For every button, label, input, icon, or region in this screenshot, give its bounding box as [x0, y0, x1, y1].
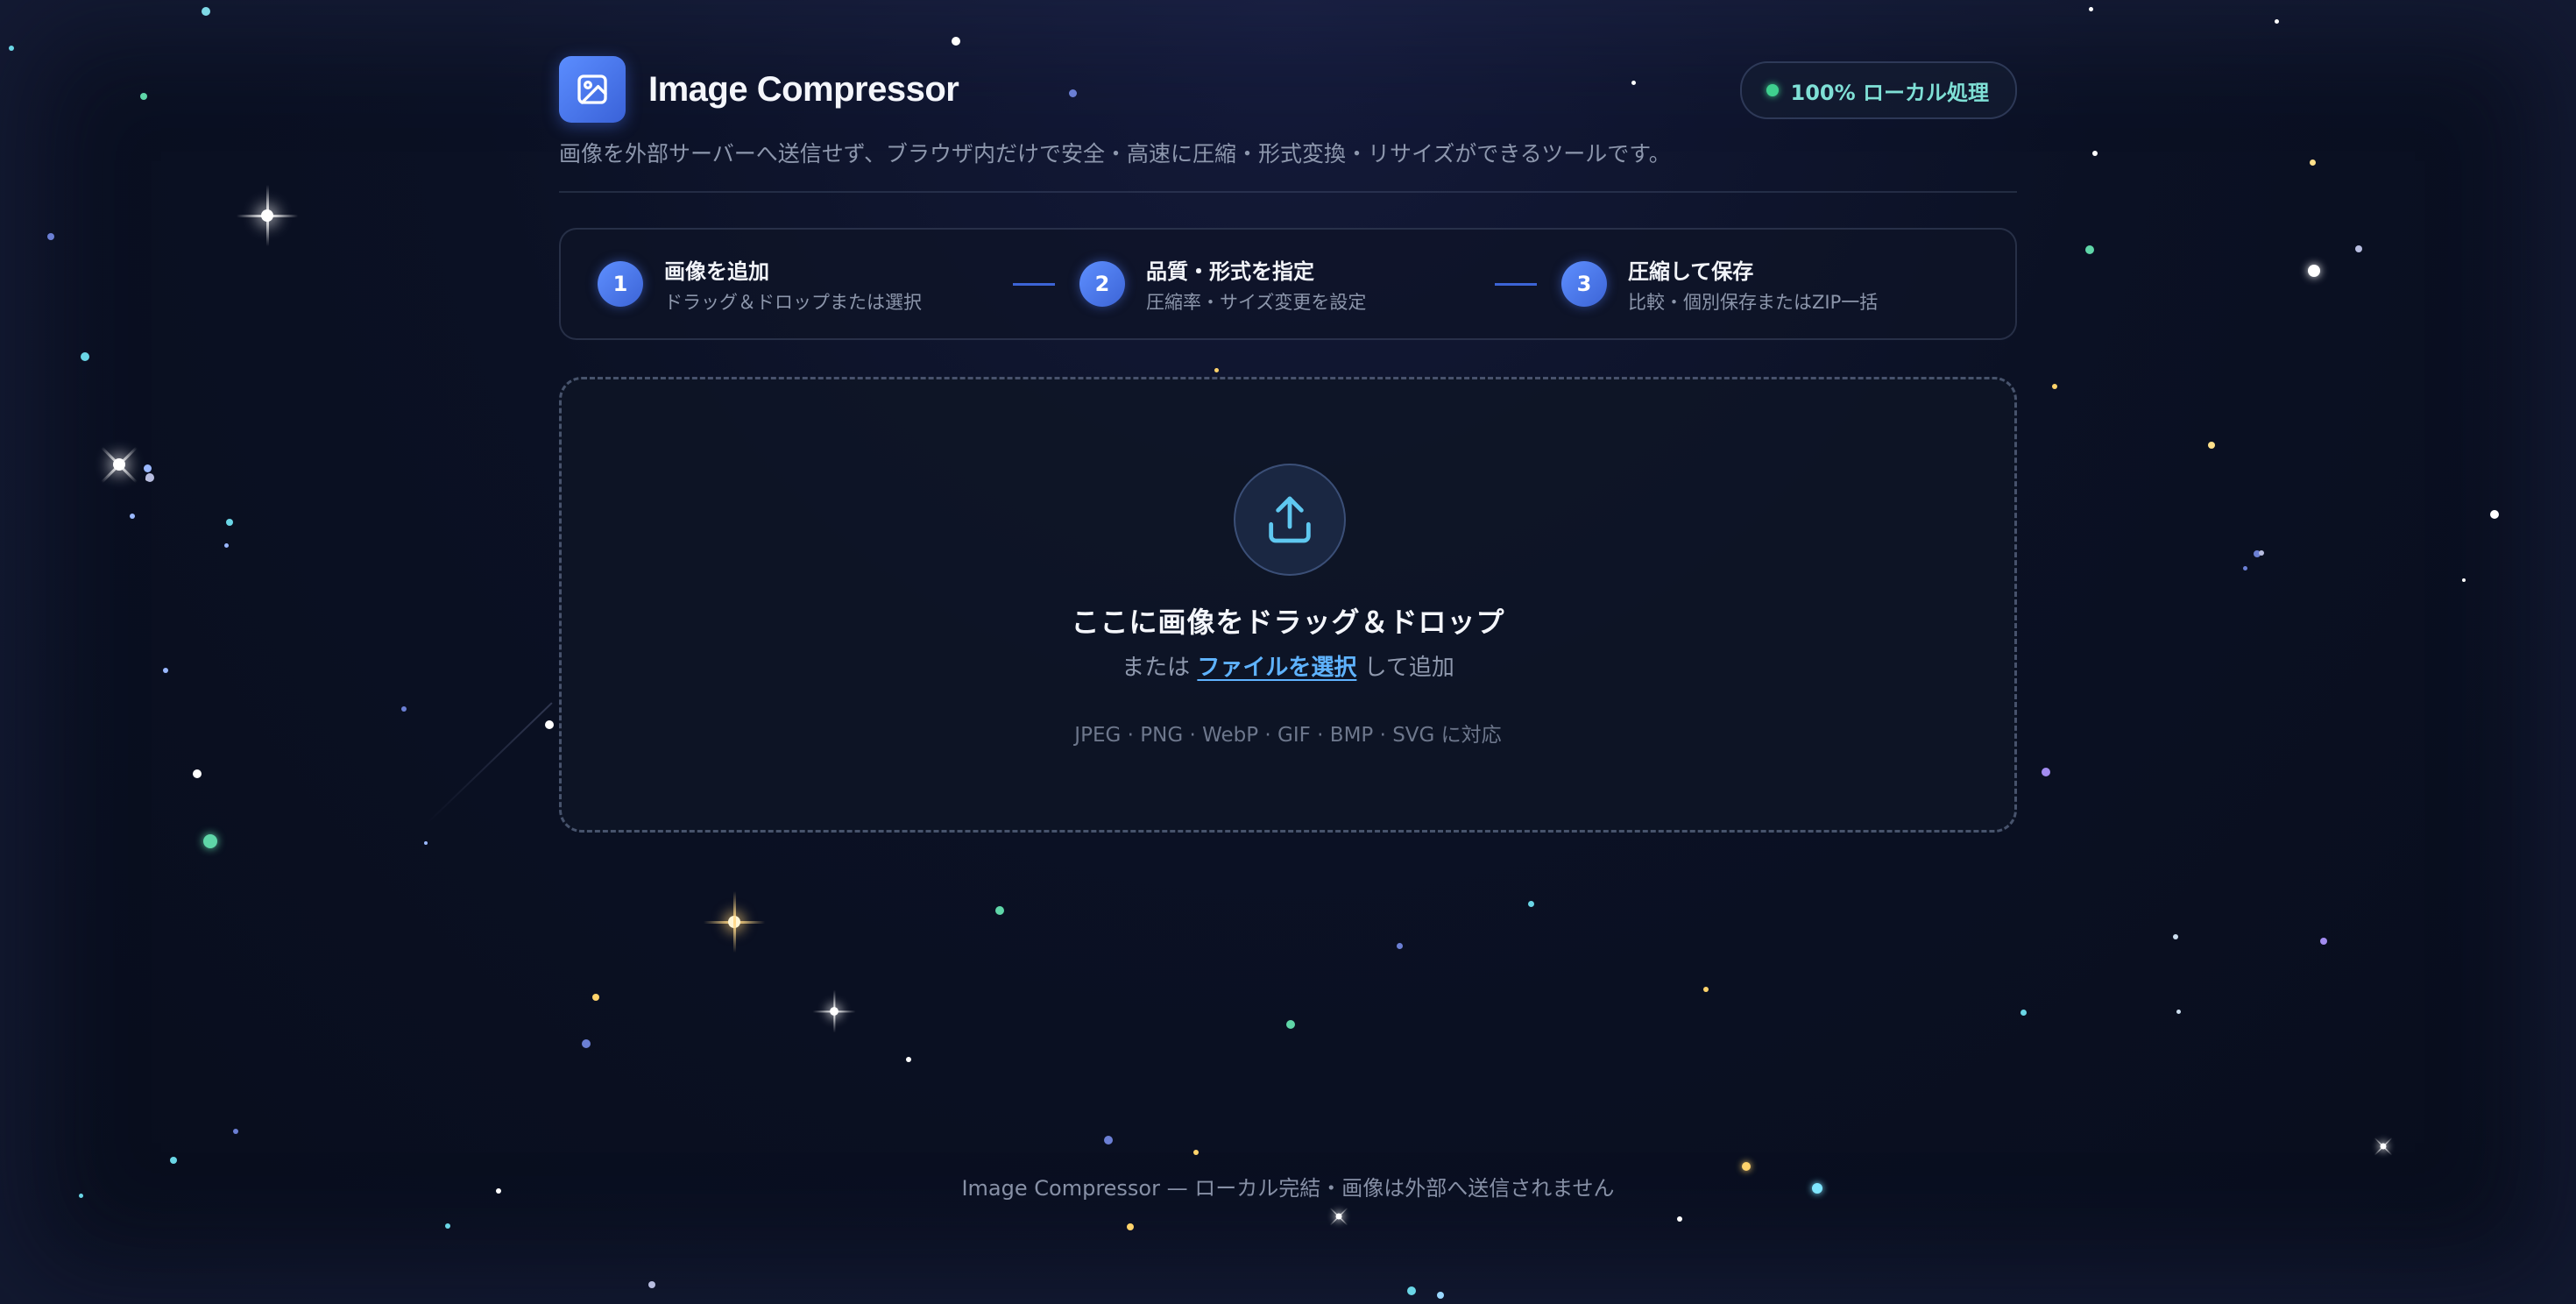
main-container: Image Compressor 100% ローカル処理 画像を外部サーバーへ送… — [559, 56, 2017, 833]
dropzone-prefix: または — [1122, 655, 1191, 681]
step-number: 2 — [1079, 261, 1125, 307]
step-title: 画像を追加 — [664, 259, 769, 284]
select-file-link[interactable]: ファイルを選択 — [1197, 655, 1356, 681]
step-connector — [1013, 282, 1055, 286]
supported-formats: JPEG · PNG · WebP · GIF · BMP · SVG に対応 — [1074, 724, 1502, 747]
step-title: 圧縮して保存 — [1628, 259, 1754, 284]
upload-icon[interactable] — [1234, 464, 1346, 576]
step-connector — [1495, 282, 1537, 286]
dropzone-instructions: または ファイルを選択 して追加 — [562, 649, 2014, 682]
step-description: 比較・個別保存またはZIP一括 — [1628, 291, 1879, 313]
steps-panel: 1 画像を追加 ドラッグ＆ドロップまたは選択 2 品質・形式を指定 圧縮率・サイ… — [559, 228, 2017, 340]
step-add-image: 1 画像を追加 ドラッグ＆ドロップまたは選択 — [598, 254, 1013, 315]
local-processing-badge: 100% ローカル処理 — [1739, 61, 2017, 119]
step-description: ドラッグ＆ドロップまたは選択 — [664, 291, 922, 313]
dropzone-title: ここに画像をドラッグ＆ドロップ — [1071, 606, 1505, 639]
footer-note: Image Compressor — ローカル完結・画像は外部へ送信されません — [961, 1176, 1615, 1201]
app-title: Image Compressor — [648, 69, 959, 109]
step-quality-format: 2 品質・形式を指定 圧縮率・サイズ変更を設定 — [1079, 254, 1495, 315]
header: Image Compressor 100% ローカル処理 — [559, 56, 2017, 123]
image-dropzone[interactable]: ここに画像をドラッグ＆ドロップ または ファイルを選択 して追加 JPEG · … — [559, 377, 2017, 833]
page-description: 画像を外部サーバーへ送信せず、ブラウザ内だけで安全・高速に圧縮・形式変換・リサイ… — [559, 141, 1671, 167]
step-compress-save: 3 圧縮して保存 比較・個別保存またはZIP一括 — [1561, 254, 1878, 315]
divider — [559, 191, 2017, 193]
image-icon — [559, 56, 626, 123]
status-dot — [1766, 84, 1779, 96]
step-title: 品質・形式を指定 — [1146, 259, 1314, 284]
badge-label: 100% ローカル処理 — [1790, 80, 1990, 105]
step-number: 3 — [1561, 261, 1607, 307]
step-number: 1 — [598, 261, 643, 307]
dropzone-suffix: して追加 — [1363, 655, 1454, 681]
step-description: 圧縮率・サイズ変更を設定 — [1146, 291, 1367, 313]
